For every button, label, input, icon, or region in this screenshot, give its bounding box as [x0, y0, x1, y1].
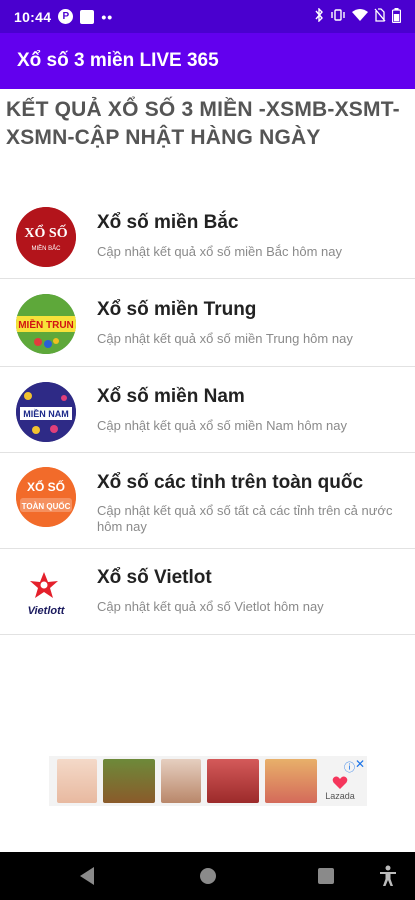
- item-title: Xổ số Vietlot: [97, 567, 212, 588]
- accessibility-icon: [380, 865, 396, 886]
- vietlott-logo: Vietlott: [16, 563, 76, 623]
- item-description: Cập nhật kết quả xổ số miền Bắc hôm nay: [97, 244, 342, 259]
- back-icon: [80, 867, 94, 885]
- lazada-heart-icon: [332, 776, 348, 789]
- app-bar: Xổ số 3 miền LIVE 365: [0, 33, 415, 89]
- ad-product-image[interactable]: [103, 759, 155, 803]
- wifi-icon: [352, 8, 368, 25]
- item-description: Cập nhật kết quả xổ số Vietlot hôm nay: [97, 599, 324, 614]
- clock: 10:44: [14, 8, 52, 25]
- accessibility-button[interactable]: [378, 865, 398, 887]
- vibrate-icon: [330, 8, 346, 25]
- bluetooth-icon: [314, 7, 324, 25]
- item-title: Xổ số các tỉnh trên toàn quốc: [97, 472, 364, 493]
- notification-icon: P: [58, 9, 74, 24]
- list-item-mien-trung[interactable]: MIỀN TRUN Xổ số miền Trung Cập nhật kết …: [0, 279, 415, 367]
- ad-product-image[interactable]: [57, 759, 97, 803]
- lottery-list: XỔ SỐ MIỀN BẮC Xổ số miền Bắc Cập nhật k…: [0, 190, 415, 635]
- list-item-mien-nam[interactable]: MIỀN NAM Xổ số miền Nam Cập nhật kết quả…: [0, 367, 415, 453]
- no-sim-icon: [374, 8, 386, 25]
- item-description: Cập nhật kết quả xổ số miền Trung hôm na…: [97, 331, 353, 346]
- lazada-label: Lazada: [325, 791, 355, 801]
- item-description: Cập nhật kết quả xổ số miền Nam hôm nay: [97, 418, 348, 433]
- ad-info-icon[interactable]: ⓘ: [344, 759, 355, 775]
- dots-icon: ••: [101, 8, 114, 25]
- item-description: Cập nhật kết quả xổ số tất cả các tỉnh t…: [97, 503, 393, 534]
- ad-product-image[interactable]: [161, 759, 201, 803]
- page-headline: KẾT QUẢ XỔ SỐ 3 MIỀN -XSMB-XSMT-XSMN-CẬP…: [6, 98, 400, 149]
- ad-banner[interactable]: ⓘ ✕ Lazada: [49, 756, 367, 806]
- home-icon: [200, 868, 216, 884]
- svg-text:MIỀN NAM: MIỀN NAM: [23, 409, 69, 419]
- home-button[interactable]: [199, 867, 217, 885]
- item-title: Xổ số miền Bắc: [97, 212, 239, 233]
- svg-text:XỔ SỐ: XỔ SỐ: [24, 223, 67, 241]
- navigation-bar: [0, 852, 415, 900]
- svg-text:Vietlott: Vietlott: [28, 605, 66, 617]
- battery-icon: [391, 7, 402, 26]
- recents-icon: [318, 868, 334, 884]
- ad-product-image[interactable]: [207, 759, 259, 803]
- lazada-brand[interactable]: Lazada: [323, 776, 357, 801]
- item-title: Xổ số miền Trung: [97, 299, 257, 320]
- back-button[interactable]: [78, 866, 96, 886]
- list-item-toan-quoc[interactable]: XỔ SỐ TOÀN QUỐC Xổ số các tỉnh trên toàn…: [0, 453, 415, 549]
- mien-nam-logo: MIỀN NAM: [16, 382, 76, 442]
- item-title: Xổ số miền Nam: [97, 386, 245, 407]
- list-item-mien-bac[interactable]: XỔ SỐ MIỀN BẮC Xổ số miền Bắc Cập nhật k…: [0, 190, 415, 279]
- square-icon: [80, 9, 95, 24]
- recents-button[interactable]: [318, 868, 334, 884]
- svg-text:MIỀN BẮC: MIỀN BẮC: [31, 244, 61, 252]
- svg-text:XỔ SỐ: XỔ SỐ: [27, 479, 65, 494]
- mien-bac-logo: XỔ SỐ MIỀN BẮC: [16, 207, 76, 267]
- ad-product-image[interactable]: [265, 759, 317, 803]
- ad-close-icon[interactable]: ✕: [355, 757, 365, 771]
- svg-text:TOÀN QUỐC: TOÀN QUỐC: [22, 501, 71, 511]
- svg-text:MIỀN TRUN: MIỀN TRUN: [18, 318, 74, 331]
- toan-quoc-logo: XỔ SỐ TOÀN QUỐC: [16, 467, 76, 527]
- mien-trung-logo: MIỀN TRUN: [16, 294, 76, 354]
- list-item-vietlot[interactable]: Vietlott Xổ số Vietlot Cập nhật kết quả …: [0, 549, 415, 635]
- app-title: Xổ số 3 miền LIVE 365: [17, 50, 219, 71]
- status-bar: 10:44 P ••: [0, 0, 415, 33]
